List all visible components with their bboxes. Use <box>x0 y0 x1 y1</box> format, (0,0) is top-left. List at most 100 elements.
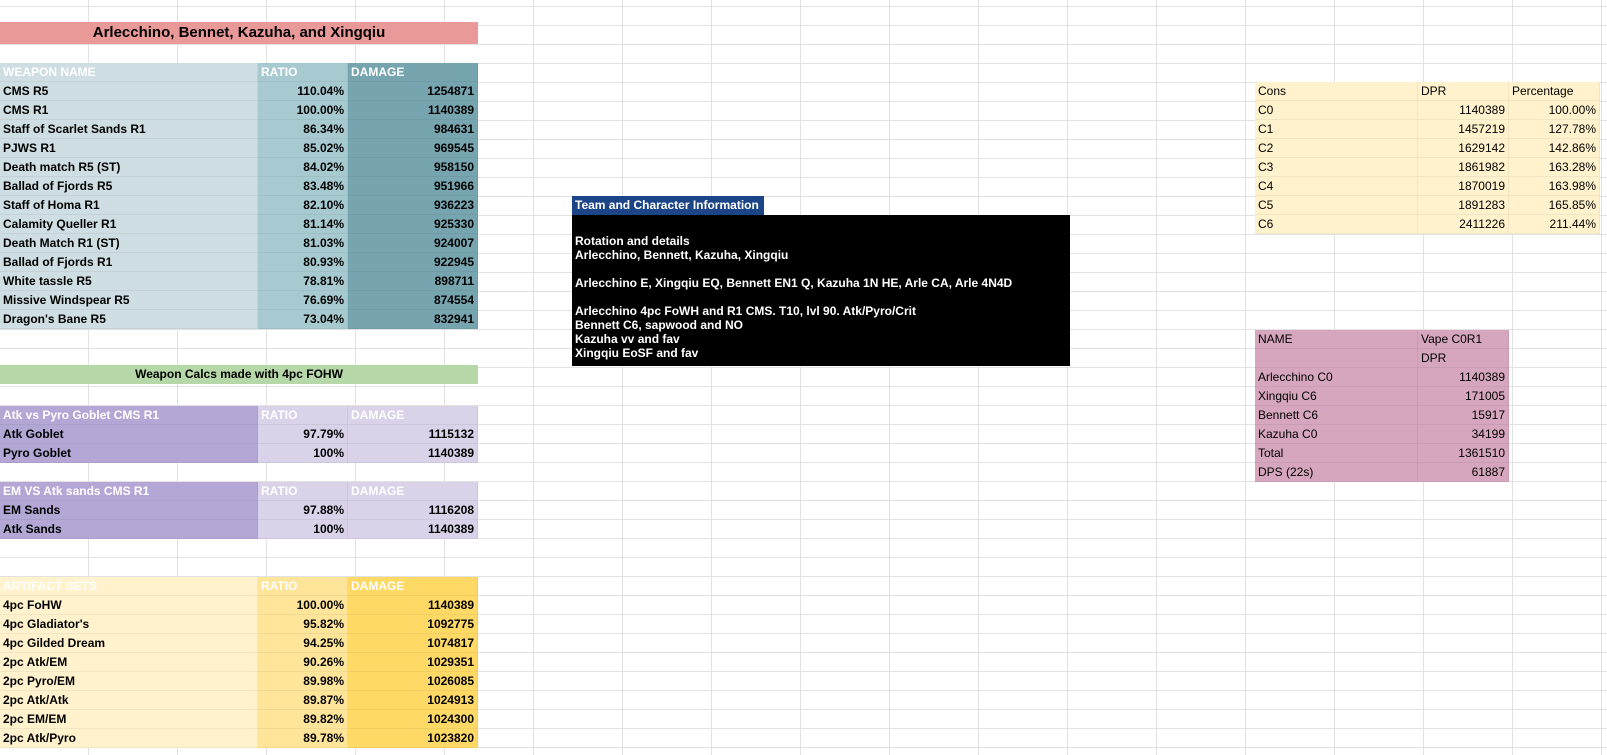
cell-name[interactable]: Calamity Queller R1 <box>0 215 258 234</box>
cell-damage[interactable]: 936223 <box>348 196 478 215</box>
cell-damage[interactable]: 1116208 <box>348 501 478 520</box>
cell-damage[interactable]: 1140389 <box>348 444 478 463</box>
cell-damage[interactable]: 1140389 <box>348 520 478 539</box>
cell-dpr[interactable]: 1870019 <box>1418 177 1509 196</box>
cell-damage[interactable]: 832941 <box>348 310 478 329</box>
cell-cons[interactable]: C6 <box>1255 215 1418 234</box>
header-cell[interactable]: Atk vs Pyro Goblet CMS R1 <box>0 406 258 425</box>
team-info-header[interactable]: Team and Character Information <box>572 196 764 215</box>
cell-value[interactable]: 61887 <box>1418 463 1509 482</box>
cell-ratio[interactable]: 82.10% <box>258 196 348 215</box>
cell-name[interactable]: 2pc Atk/Atk <box>0 691 258 710</box>
cell-cons[interactable]: C3 <box>1255 158 1418 177</box>
header-cell[interactable]: RATIO <box>258 406 348 425</box>
cell-ratio[interactable]: 85.02% <box>258 139 348 158</box>
cell-name[interactable]: Pyro Goblet <box>0 444 258 463</box>
header-cell[interactable]: Cons <box>1255 82 1418 101</box>
cell-percentage[interactable]: 165.85% <box>1509 196 1600 215</box>
cell-damage[interactable]: 924007 <box>348 234 478 253</box>
cell-damage[interactable]: 1024913 <box>348 691 478 710</box>
cell-ratio[interactable]: 110.04% <box>258 82 348 101</box>
cell-name[interactable]: PJWS R1 <box>0 139 258 158</box>
cell-ratio[interactable]: 78.81% <box>258 272 348 291</box>
cell-value[interactable]: 15917 <box>1418 406 1509 425</box>
cell-ratio[interactable]: 89.78% <box>258 729 348 748</box>
cell-cons[interactable]: C4 <box>1255 177 1418 196</box>
cell-ratio[interactable]: 100% <box>258 444 348 463</box>
cell-dpr[interactable]: 1457219 <box>1418 120 1509 139</box>
cell-damage[interactable]: 1092775 <box>348 615 478 634</box>
cell-name[interactable]: 2pc EM/EM <box>0 710 258 729</box>
cell-name[interactable]: Arlecchino C0 <box>1255 368 1418 387</box>
cell-cons[interactable]: C2 <box>1255 139 1418 158</box>
cell-ratio[interactable]: 73.04% <box>258 310 348 329</box>
cell-value[interactable]: 1140389 <box>1418 368 1509 387</box>
cell-damage[interactable]: 958150 <box>348 158 478 177</box>
header-cell[interactable]: RATIO <box>258 577 348 596</box>
cell-percentage[interactable]: 142.86% <box>1509 139 1600 158</box>
cell-name[interactable]: Missive Windspear R5 <box>0 291 258 310</box>
cell-ratio[interactable]: 89.98% <box>258 672 348 691</box>
cell-ratio[interactable]: 83.48% <box>258 177 348 196</box>
cell-ratio[interactable]: 100% <box>258 520 348 539</box>
header-cell[interactable]: DAMAGE <box>348 63 478 82</box>
cell-name[interactable]: 4pc FoHW <box>0 596 258 615</box>
cell-name[interactable]: Ballad of Fjords R5 <box>0 177 258 196</box>
cell-name[interactable]: Death match R5 (ST) <box>0 158 258 177</box>
header-cell[interactable]: RATIO <box>258 63 348 82</box>
cell-name[interactable]: 2pc Atk/EM <box>0 653 258 672</box>
cell-damage[interactable]: 1023820 <box>348 729 478 748</box>
cell-name[interactable]: 2pc Pyro/EM <box>0 672 258 691</box>
header-cell[interactable]: DPR <box>1418 82 1509 101</box>
cell-name[interactable]: Atk Sands <box>0 520 258 539</box>
cell-ratio[interactable]: 86.34% <box>258 120 348 139</box>
cell-ratio[interactable]: 90.26% <box>258 653 348 672</box>
cell-damage[interactable]: 951966 <box>348 177 478 196</box>
cell-damage[interactable]: 925330 <box>348 215 478 234</box>
cell-value[interactable]: 171005 <box>1418 387 1509 406</box>
cell-percentage[interactable]: 127.78% <box>1509 120 1600 139</box>
cell-cons[interactable]: C0 <box>1255 101 1418 120</box>
cell-ratio[interactable]: 89.82% <box>258 710 348 729</box>
cell-ratio[interactable]: 97.88% <box>258 501 348 520</box>
cell-name[interactable]: White tassle R5 <box>0 272 258 291</box>
cell-name[interactable]: Staff of Scarlet Sands R1 <box>0 120 258 139</box>
header-cell[interactable]: EM VS Atk sands CMS R1 <box>0 482 258 501</box>
cell-dpr[interactable]: 1629142 <box>1418 139 1509 158</box>
cell-ratio[interactable]: 76.69% <box>258 291 348 310</box>
cell-damage[interactable]: 1254871 <box>348 82 478 101</box>
cell-damage[interactable]: 984631 <box>348 120 478 139</box>
cell-cons[interactable]: C5 <box>1255 196 1418 215</box>
cell-name[interactable]: CMS R1 <box>0 101 258 120</box>
header-cell[interactable]: RATIO <box>258 482 348 501</box>
cell-name[interactable]: EM Sands <box>0 501 258 520</box>
cell-ratio[interactable]: 100.00% <box>258 596 348 615</box>
cell-ratio[interactable]: 94.25% <box>258 634 348 653</box>
cell-name[interactable]: Ballad of Fjords R1 <box>0 253 258 272</box>
cell-damage[interactable]: 1026085 <box>348 672 478 691</box>
cell-dpr[interactable]: 1861982 <box>1418 158 1509 177</box>
header-cell[interactable]: Vape C0R1 <box>1418 330 1509 349</box>
cell-ratio[interactable]: 84.02% <box>258 158 348 177</box>
header-cell[interactable]: ARTIFACT SETS <box>0 577 258 596</box>
cell-percentage[interactable]: 163.28% <box>1509 158 1600 177</box>
cell-name[interactable]: Bennett C6 <box>1255 406 1418 425</box>
cell-name[interactable]: Kazuha C0 <box>1255 425 1418 444</box>
cell-damage[interactable]: 1115132 <box>348 425 478 444</box>
header-cell[interactable]: DPR <box>1418 349 1509 368</box>
cell-percentage[interactable]: 163.98% <box>1509 177 1600 196</box>
sheet-title[interactable]: Arlecchino, Bennet, Kazuha, and Xingqiu <box>0 22 478 44</box>
cell-percentage[interactable]: 211.44% <box>1509 215 1600 234</box>
cell-name[interactable]: Atk Goblet <box>0 425 258 444</box>
cell-name[interactable]: Total <box>1255 444 1418 463</box>
cell-name[interactable]: 4pc Gilded Dream <box>0 634 258 653</box>
cell-ratio[interactable]: 100.00% <box>258 101 348 120</box>
cell-damage[interactable]: 922945 <box>348 253 478 272</box>
cell-name[interactable]: Dragon's Bane R5 <box>0 310 258 329</box>
cell-cons[interactable]: C1 <box>1255 120 1418 139</box>
cell-damage[interactable]: 1074817 <box>348 634 478 653</box>
header-cell[interactable]: NAME <box>1255 330 1418 349</box>
cell-name[interactable]: Xingqiu C6 <box>1255 387 1418 406</box>
cell-damage[interactable]: 1140389 <box>348 101 478 120</box>
cell-ratio[interactable]: 97.79% <box>258 425 348 444</box>
